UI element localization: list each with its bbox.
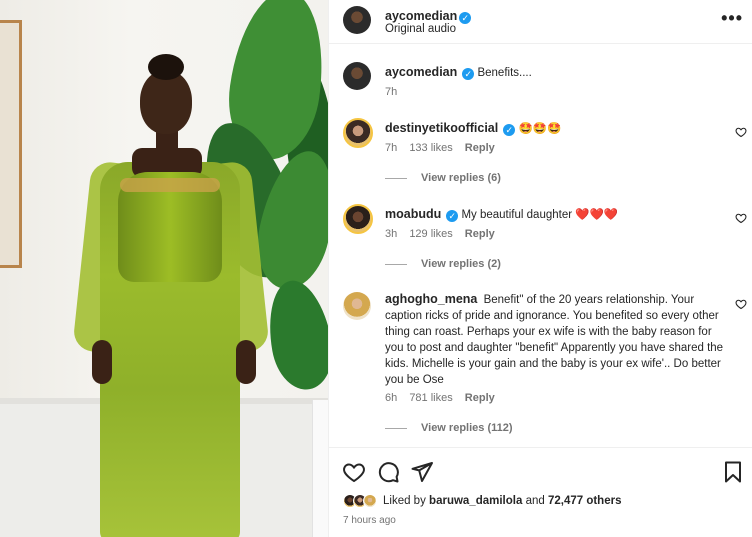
comment-body: Benefit" of the 20 years relationship. Y… <box>385 294 724 386</box>
post-header: aycomedian ✓ Original audio ••• <box>329 0 752 44</box>
share-paper-plane-icon[interactable] <box>410 460 434 484</box>
comment-time: 3h <box>385 228 398 240</box>
view-replies-button[interactable]: View replies (2) <box>385 258 501 270</box>
post-side-panel: aycomedian ✓ Original audio ••• aycomedia… <box>328 0 752 537</box>
replies-divider-line <box>385 427 407 429</box>
likes-summary[interactable]: Liked by baruwa_damilola and 72,477 othe… <box>343 494 621 508</box>
caption-body: Benefits.... <box>477 67 532 79</box>
verified-badge-icon: ✓ <box>503 124 516 136</box>
verified-badge-icon: ✓ <box>459 12 472 24</box>
view-replies-label: View replies (112) <box>421 422 513 434</box>
caption-text: aycomedian ✓ Benefits.... <box>385 64 532 81</box>
author-username[interactable]: aycomedian <box>385 9 457 23</box>
comment-username[interactable]: moabudu <box>385 207 441 221</box>
view-replies-button[interactable]: View replies (112) <box>385 422 513 434</box>
commenter-avatar[interactable] <box>343 292 371 320</box>
liked-by-user[interactable]: baruwa_damilola <box>429 495 522 507</box>
reply-button[interactable]: Reply <box>465 142 495 154</box>
replies-divider-line <box>385 177 407 179</box>
comment-username[interactable]: aghogho_mena <box>385 292 477 306</box>
liked-by-prefix: Liked by <box>383 495 426 507</box>
comment-text: destinyetikoofficial ✓ 🤩🤩🤩 <box>385 120 561 137</box>
woman-in-green-dress <box>70 50 280 537</box>
comment-likes[interactable]: 129 likes <box>409 228 452 240</box>
caption-meta: 7h <box>385 86 406 98</box>
comment-body: 🤩🤩🤩 <box>518 123 562 135</box>
comment-time: 6h <box>385 392 398 404</box>
caption-avatar[interactable] <box>343 62 371 90</box>
view-replies-button[interactable]: View replies (6) <box>385 172 501 184</box>
reply-button[interactable]: Reply <box>465 228 495 240</box>
comment-text: moabudu ✓ My beautiful daughter ❤️❤️❤️ <box>385 206 618 223</box>
commenter-avatar[interactable] <box>343 204 373 234</box>
post-timestamp: 7 hours ago <box>343 515 396 526</box>
post-photo[interactable] <box>0 0 328 537</box>
reply-button[interactable]: Reply <box>465 392 495 404</box>
comment-text: aghogho_mena Benefit" of the 20 years re… <box>385 292 725 388</box>
left-hand <box>92 340 112 384</box>
comment-username[interactable]: destinyetikoofficial <box>385 121 498 135</box>
hair-bun <box>148 54 184 80</box>
wall-frame <box>0 20 22 268</box>
replies-divider-line <box>385 263 407 265</box>
verified-badge-icon: ✓ <box>446 210 459 222</box>
more-horizontal-icon[interactable]: ••• <box>721 8 743 29</box>
like-heart-icon[interactable] <box>735 212 747 224</box>
comment-time: 7h <box>385 142 398 154</box>
view-replies-label: View replies (6) <box>421 172 501 184</box>
view-replies-label: View replies (2) <box>421 258 501 270</box>
comment-bubble-icon[interactable] <box>376 460 400 484</box>
like-heart-icon[interactable] <box>735 298 747 310</box>
comment-meta: 3h 129 likes Reply <box>385 228 504 240</box>
like-heart-icon[interactable] <box>735 126 747 138</box>
plant-pot <box>312 400 328 537</box>
liker-avatar <box>363 494 377 508</box>
save-bookmark-icon[interactable] <box>721 460 745 484</box>
caption-username[interactable]: aycomedian <box>385 65 457 79</box>
right-hand <box>236 340 256 384</box>
gold-neckline <box>120 178 220 192</box>
comment-meta: 6h 781 likes Reply <box>385 392 504 404</box>
liked-by-count[interactable]: 72,477 others <box>548 495 622 507</box>
comment-likes[interactable]: 781 likes <box>409 392 452 404</box>
commenter-avatar[interactable] <box>343 118 373 148</box>
liked-by-middle: and <box>525 495 545 507</box>
author-avatar[interactable] <box>343 6 371 34</box>
caption-time: 7h <box>385 86 398 98</box>
verified-badge-icon: ✓ <box>462 68 475 80</box>
audio-label[interactable]: Original audio <box>385 23 456 35</box>
comment-meta: 7h 133 likes Reply <box>385 142 504 154</box>
like-heart-icon[interactable] <box>342 460 366 484</box>
comment-likes[interactable]: 133 likes <box>409 142 452 154</box>
comment-body: My beautiful daughter ❤️❤️❤️ <box>461 209 619 221</box>
